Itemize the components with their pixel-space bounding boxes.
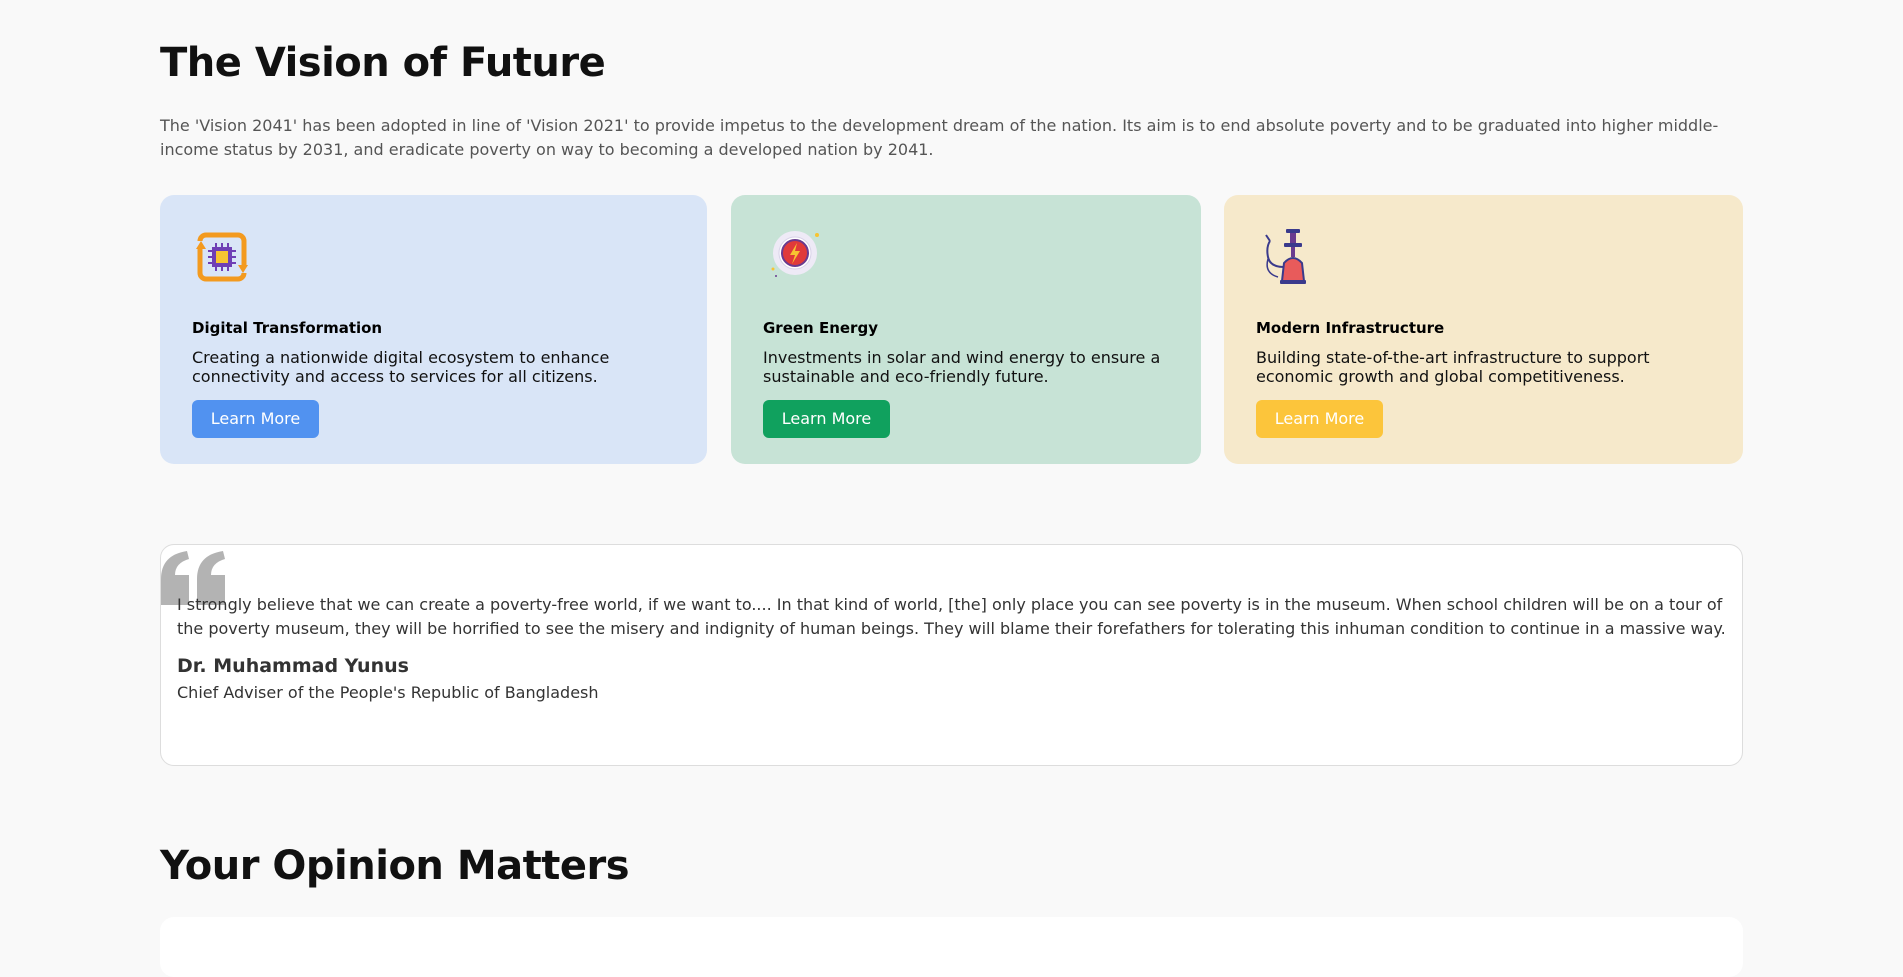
chip-cycle-icon	[192, 227, 252, 287]
card-title: Modern Infrastructure	[1256, 319, 1445, 337]
quote-text: I strongly believe that we can create a …	[177, 595, 1726, 638]
card-green-energy: Green Energy Investments in solar and wi…	[731, 195, 1201, 464]
quote-author-role: Chief Adviser of the People's Republic o…	[177, 683, 599, 702]
learn-more-button-infrastructure[interactable]: Learn More	[1256, 400, 1383, 438]
vision-title: The Vision of Future	[160, 40, 606, 86]
card-modern-infrastructure: Modern Infrastructure Building state-of-…	[1224, 195, 1743, 464]
page: The Vision of Future The 'Vision 2041' h…	[0, 0, 1903, 977]
vision-description: The 'Vision 2041' has been adopted in li…	[160, 116, 1719, 159]
card-description: Creating a nationwide digital ecosystem …	[192, 348, 610, 386]
quote-author: Dr. Muhammad Yunus	[177, 655, 409, 677]
quote-card: I strongly believe that we can create a …	[160, 544, 1743, 766]
card-description: Investments in solar and wind energy to …	[763, 348, 1161, 386]
energy-bolt-icon	[763, 227, 823, 287]
hookah-icon	[1256, 227, 1316, 287]
card-title: Green Energy	[763, 319, 878, 337]
card-description: Building state-of-the-art infrastructure…	[1256, 348, 1650, 386]
learn-more-button-digital[interactable]: Learn More	[192, 400, 319, 438]
opinion-form-container	[160, 917, 1743, 977]
card-digital-transformation: Digital Transformation Creating a nation…	[160, 195, 707, 464]
card-title: Digital Transformation	[192, 319, 383, 337]
opinion-title: Your Opinion Matters	[160, 843, 630, 889]
learn-more-button-green[interactable]: Learn More	[763, 400, 890, 438]
